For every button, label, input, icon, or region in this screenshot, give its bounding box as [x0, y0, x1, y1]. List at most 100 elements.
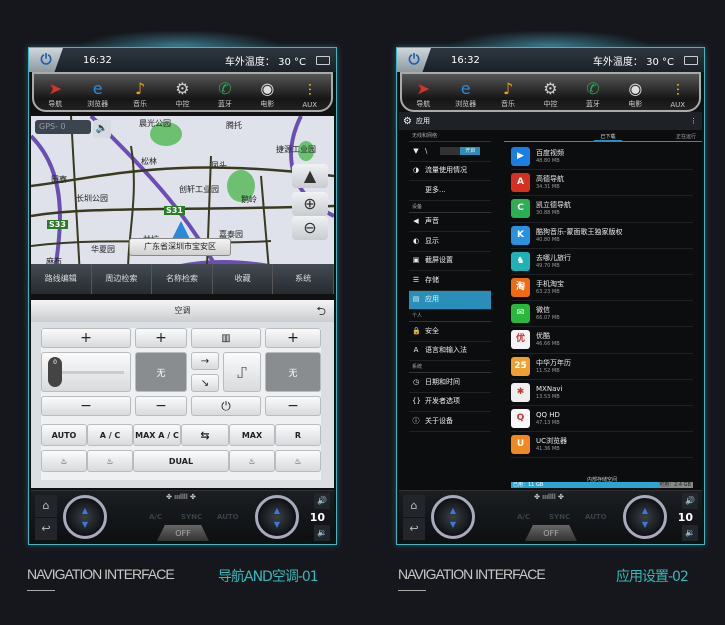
dock-item[interactable]: ➤ 导航 — [405, 79, 441, 109]
nav-display[interactable]: ◐ 显示 — [409, 232, 491, 252]
airflow-feet-button[interactable]: ↘ — [191, 374, 219, 392]
window-icon[interactable] — [684, 55, 698, 65]
dock-item[interactable]: ✆ 蓝牙 — [575, 79, 611, 109]
app-list-item[interactable]: 25 中华万年历 11.52 MB — [511, 354, 693, 380]
max-defrost-button[interactable]: MAX — [229, 424, 275, 446]
nav-about[interactable]: ⓘ 关于设备 — [409, 412, 491, 432]
seat-icon[interactable]: ⑀ — [223, 352, 261, 392]
menu-system[interactable]: 系统 — [273, 264, 334, 294]
ac-button[interactable]: A / C — [87, 424, 133, 446]
fan-speed-indicator: ✤ ıııllll ✤ — [534, 493, 564, 501]
fan-plus-button[interactable]: + — [41, 328, 131, 348]
off-button[interactable]: OFF — [157, 525, 209, 541]
fan-slider[interactable]: 0 — [41, 352, 131, 392]
auto-button[interactable]: AUTO — [41, 424, 87, 446]
nav-security[interactable]: 🔒 安全 — [409, 322, 491, 342]
dock-item[interactable]: ⫶ AUX — [292, 81, 328, 109]
wifi-row[interactable]: ▼ \ 开启 — [409, 142, 491, 162]
max-ac-button[interactable]: MAX A / C — [133, 424, 181, 446]
menu-favorites[interactable]: 收藏 — [212, 264, 274, 294]
app-name: 百度视频 — [536, 149, 564, 158]
seat-heat-right-2-icon[interactable]: ♨ — [275, 450, 321, 472]
dock-item[interactable]: ⚙ 中控 — [164, 79, 200, 109]
app-list-item[interactable]: U UC浏览器 41.36 MB — [511, 432, 693, 459]
menu-route-edit[interactable]: 路线编辑 — [31, 264, 92, 294]
back-arrow-icon[interactable]: ↩ — [403, 518, 425, 540]
dock-item[interactable]: ♪ 音乐 — [122, 79, 158, 109]
app-list-item[interactable]: Q QQ HD 47.13 MB — [511, 406, 693, 433]
app-list-item[interactable]: ▶ 百度视频 48.80 MB — [511, 144, 693, 171]
off-button[interactable]: OFF — [525, 525, 577, 541]
nav-more[interactable]: 更多... — [409, 181, 491, 201]
map-menu: 路线编辑 周边检索 名称检索 收藏 系统 — [31, 264, 334, 294]
rear-defrost-icon[interactable]: ▥ — [191, 328, 261, 348]
dock-item[interactable]: e 浏览器 — [448, 79, 484, 109]
home-icon[interactable]: ⌂ — [35, 495, 57, 517]
back-arrow-icon[interactable]: ↩ — [35, 518, 57, 540]
power-icon[interactable]: ⏻ — [29, 48, 63, 72]
right-temp-knob[interactable]: ▲ ▼ — [255, 495, 299, 539]
tab-downloaded[interactable]: 已下载 — [594, 133, 622, 142]
wifi-toggle[interactable]: 开启 — [440, 147, 481, 156]
nav-language[interactable]: A 语言和输入法 — [409, 342, 491, 361]
right-temp-knob[interactable]: ▲ ▼ — [623, 495, 667, 539]
ac-power-button[interactable]: ⏻ — [191, 396, 261, 416]
nav-storage[interactable]: ☰ 存储 — [409, 271, 491, 291]
volume-down-icon[interactable]: 🔉 — [314, 525, 330, 541]
right-temp-minus-button[interactable]: − — [265, 396, 321, 416]
storage-indicator: 内部存储空间 已用：11 GB 可用：2.4 GB — [511, 476, 693, 488]
app-list-item[interactable]: ✉ 微信 66.07 MB — [511, 301, 693, 328]
app-list-item[interactable]: ♞ 去哪儿旅行 49.70 MB — [511, 249, 693, 275]
speaker-icon[interactable]: 🔈 — [93, 120, 111, 138]
app-list-item[interactable]: K 酷狗音乐-蒙面歌王独家版权 40.80 MB — [511, 223, 693, 249]
menu-nearby-search[interactable]: 周边检索 — [91, 264, 153, 294]
app-list-item[interactable]: 淘手机淘宝 63.23 MB — [511, 275, 693, 302]
zoom-out-button[interactable]: ⊖ — [292, 216, 328, 240]
map-view[interactable]: 晨光公园腾托捷源工业园松林田寮长圳公园创轩工业园凤头鹅岭S31S33甘坑华夏园嘉… — [31, 116, 334, 294]
seat-heat-left-1-icon[interactable]: ♨ — [41, 450, 87, 472]
home-icon[interactable]: ⌂ — [403, 495, 425, 517]
app-list-item[interactable]: ✱ MXNavi 13.53 MB — [511, 380, 693, 406]
airflow-face-button[interactable]: → — [191, 352, 219, 370]
nav-screenshot[interactable]: ▣ 截屏设置 — [409, 252, 491, 271]
rear-defrost-button[interactable]: R — [275, 424, 321, 446]
app-list-item[interactable]: C 凯立德导航 30.88 MB — [511, 196, 693, 223]
dock-item[interactable]: ◉ 电影 — [249, 79, 285, 109]
left-temp-knob[interactable]: ▲ ▼ — [431, 495, 475, 539]
left-temp-plus-button[interactable]: + — [135, 328, 187, 348]
clock: 16:32 — [83, 54, 112, 66]
dock-item[interactable]: ♪ 音乐 — [490, 79, 526, 109]
window-icon[interactable] — [316, 55, 330, 65]
left-temp-minus-button[interactable]: − — [135, 396, 187, 416]
recirculation-icon[interactable]: ⇆ — [181, 424, 229, 446]
nav-datetime[interactable]: ◷ 日期和时间 — [409, 373, 491, 393]
back-icon[interactable]: ⮌ — [316, 300, 326, 322]
dock-item[interactable]: ⫶ AUX — [660, 81, 696, 109]
left-temp-knob[interactable]: ▲ ▼ — [63, 495, 107, 539]
seat-heat-right-1-icon[interactable]: ♨ — [229, 450, 275, 472]
overflow-menu-icon[interactable]: ⋮ — [690, 117, 697, 125]
volume-down-icon[interactable]: 🔉 — [682, 525, 698, 541]
menu-name-search[interactable]: 名称检索 — [152, 264, 213, 294]
dock-item[interactable]: ✆ 蓝牙 — [207, 79, 243, 109]
app-list-item[interactable]: A 高德导航 34.31 MB — [511, 170, 693, 197]
right-temp-plus-button[interactable]: + — [265, 328, 321, 348]
app-list-item[interactable]: 优优酷 46.66 MB — [511, 327, 693, 354]
compass-button[interactable]: ▲ — [292, 164, 328, 188]
volume-up-icon[interactable]: 🔊 — [314, 493, 330, 509]
tab-running[interactable]: 正在运行 — [676, 133, 696, 140]
nav-sound[interactable]: ◀ 声音 — [409, 213, 491, 232]
dock-item[interactable]: ◉ 电影 — [617, 79, 653, 109]
volume-up-icon[interactable]: 🔊 — [682, 493, 698, 509]
fan-minus-button[interactable]: − — [41, 396, 131, 416]
zoom-in-button[interactable]: ⊕ — [292, 192, 328, 216]
power-icon[interactable]: ⏻ — [397, 48, 431, 72]
dual-button[interactable]: DUAL — [133, 450, 229, 472]
dock-item[interactable]: ➤ 导航 — [37, 79, 73, 109]
seat-heat-left-2-icon[interactable]: ♨ — [87, 450, 133, 472]
nav-developer[interactable]: {} 开发者选项 — [409, 393, 491, 412]
nav-data-usage[interactable]: ◑ 流量使用情况 — [409, 162, 491, 181]
dock-item[interactable]: e 浏览器 — [80, 79, 116, 109]
dock-item[interactable]: ⚙ 中控 — [532, 79, 568, 109]
nav-apps[interactable]: ▤ 应用 — [409, 290, 491, 310]
